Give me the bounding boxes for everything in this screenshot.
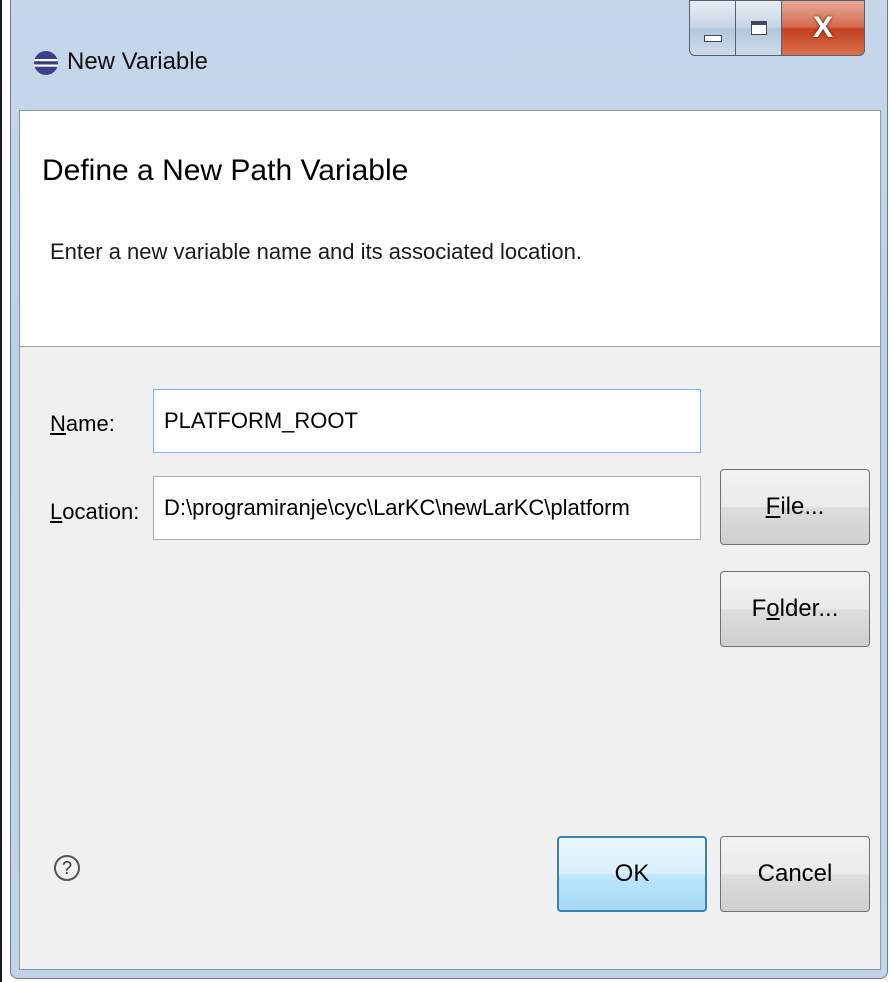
header-banner: Define a New Path Variable Enter a new v… (20, 111, 880, 347)
maximize-icon (750, 21, 767, 35)
background-window-edge (0, 0, 10, 982)
name-label-mnemonic: N (50, 411, 66, 436)
caption-buttons: X (689, 0, 865, 56)
window-title: New Variable (67, 48, 208, 75)
location-label-mnemonic: L (50, 499, 63, 524)
close-button[interactable]: X (781, 0, 865, 56)
file-button[interactable]: File... (720, 469, 870, 545)
folder-button-label: lder... (779, 595, 839, 622)
dialog-client-area: Define a New Path Variable Enter a new v… (19, 110, 881, 970)
dialog-window: New Variable X Define a New Path Variabl… (10, 0, 888, 979)
close-icon: X (812, 11, 833, 44)
name-label: Name: (50, 409, 115, 439)
help-icon[interactable]: ? (54, 855, 80, 881)
folder-button[interactable]: Fo lder... (720, 571, 870, 647)
ok-button[interactable]: OK (557, 836, 707, 912)
help-glyph: ? (61, 858, 72, 878)
location-label-text: ocation: (62, 499, 140, 524)
minimize-icon (703, 34, 722, 42)
ok-button-label: OK (614, 860, 650, 887)
cancel-button[interactable]: Cancel (720, 836, 870, 912)
file-button-label: ile... (780, 493, 825, 520)
location-input[interactable] (153, 476, 701, 540)
location-label: Location: (50, 497, 139, 527)
name-input[interactable] (153, 389, 701, 453)
folder-button-mnemonic: o (766, 595, 780, 622)
file-button-mnemonic: F (765, 493, 781, 520)
maximize-button[interactable] (735, 0, 781, 56)
banner-title: Define a New Path Variable (42, 154, 409, 187)
cancel-button-label: Cancel (757, 860, 833, 887)
folder-button-prefix: F (751, 595, 767, 622)
name-label-text: ame: (65, 411, 115, 436)
minimize-button[interactable] (689, 0, 735, 56)
title-bar[interactable]: New Variable X (11, 0, 887, 110)
banner-description: Enter a new variable name and its associ… (50, 239, 582, 264)
eclipse-icon (34, 51, 58, 75)
